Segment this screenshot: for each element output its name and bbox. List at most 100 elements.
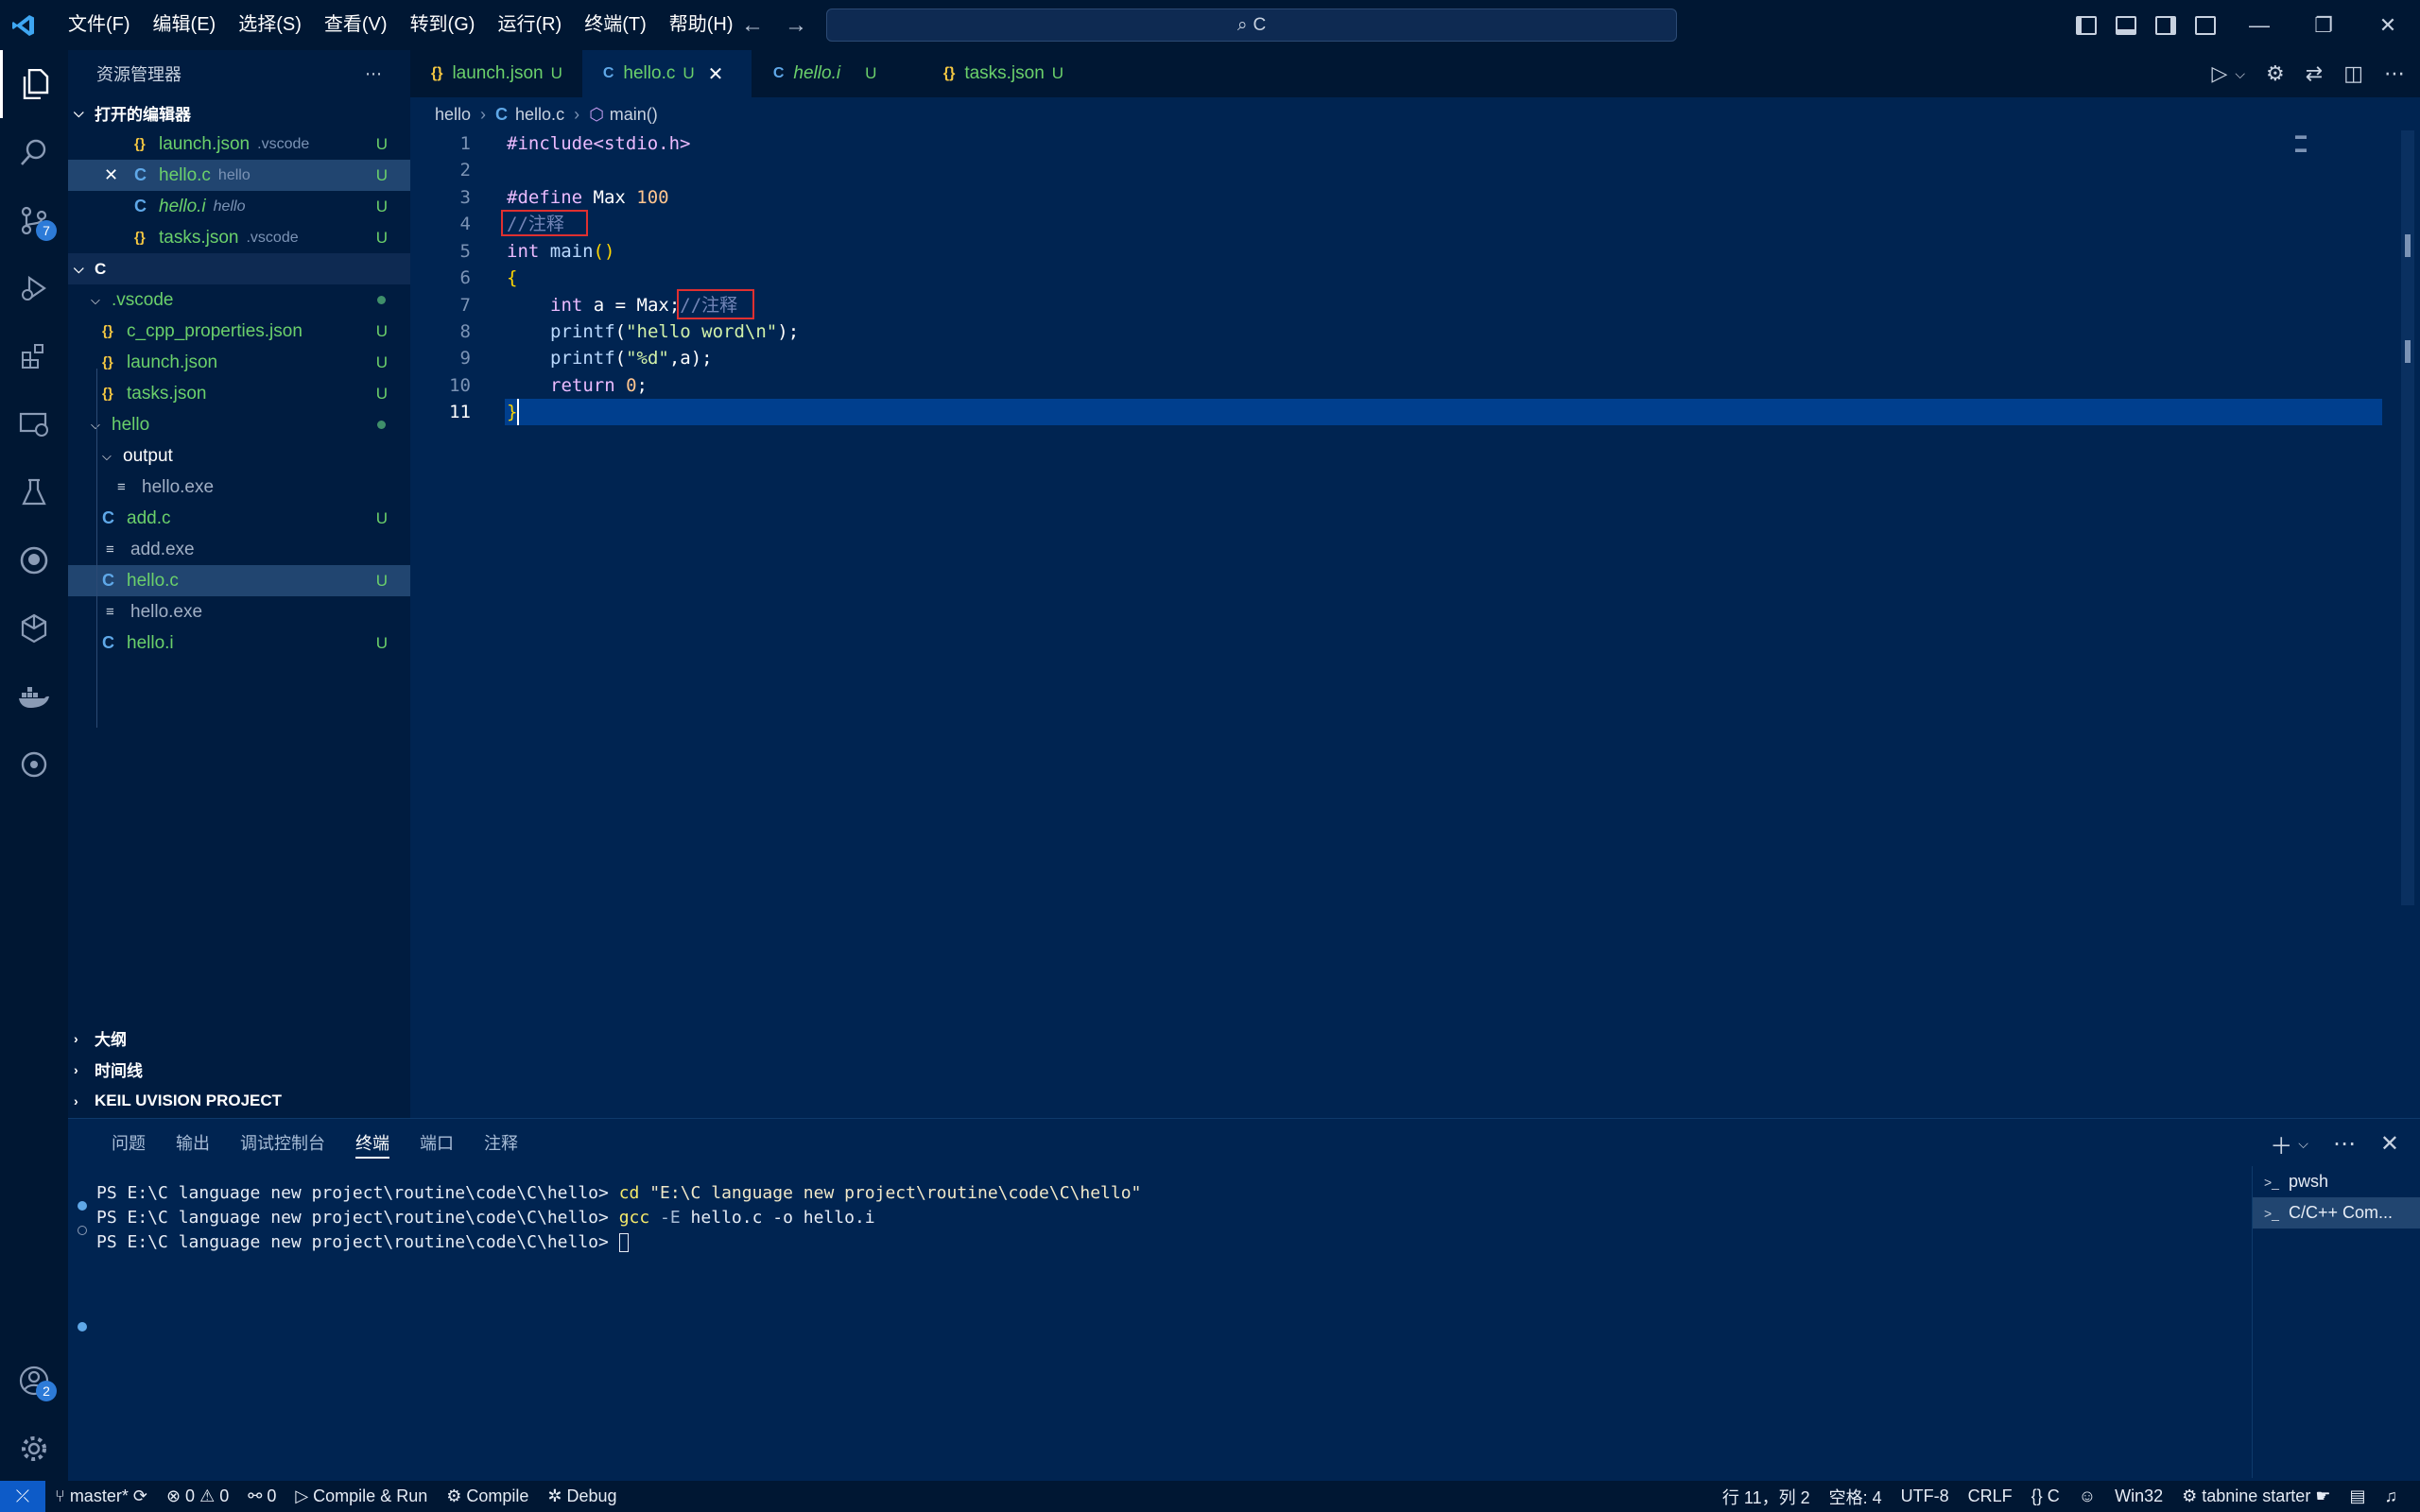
tree-folder[interactable]: ⌵ hello <box>68 409 410 440</box>
breadcrumb-file[interactable]: hello.c <box>515 105 564 125</box>
terminal-item-pwsh[interactable]: >_ pwsh <box>2253 1166 2420 1197</box>
tree-file[interactable]: ≡ hello.exe <box>68 472 410 503</box>
search-icon[interactable] <box>0 118 68 186</box>
open-editor-item[interactable]: {} tasks.json .vscode U <box>68 222 410 253</box>
toggle-panel-icon[interactable] <box>2116 15 2136 35</box>
open-editor-item[interactable]: {} launch.json .vscode U <box>68 129 410 160</box>
extensions-icon[interactable] <box>0 322 68 390</box>
toggle-sidebar-icon[interactable] <box>2076 15 2097 35</box>
run-icon[interactable]: ▷ <box>2211 61 2227 86</box>
tab-terminal[interactable]: 终端 <box>340 1119 405 1168</box>
explorer-icon[interactable] <box>0 50 68 118</box>
tab-output[interactable]: 输出 <box>161 1119 225 1168</box>
line-ending[interactable]: CRLF <box>1959 1486 2022 1506</box>
close-icon[interactable]: ✕ <box>104 165 134 185</box>
github-icon[interactable] <box>0 526 68 594</box>
ports-indicator[interactable]: ⚯ 0 <box>238 1486 285 1506</box>
timeline-section[interactable]: › 时间线 <box>68 1054 410 1085</box>
breadcrumb-folder[interactable]: hello <box>435 105 471 125</box>
code-editor[interactable]: 1 #include<stdio.h> 2 3 #define Max 100 … <box>410 130 2414 1113</box>
tree-file[interactable]: ≡ add.exe <box>68 534 410 565</box>
accounts-icon[interactable]: 2 <box>0 1347 68 1415</box>
cube-extension-icon[interactable] <box>0 594 68 662</box>
open-editors-section[interactable]: ⌵ 打开的编辑器 <box>68 97 410 129</box>
tree-file[interactable]: {} launch.json U <box>68 347 410 378</box>
minimize-icon[interactable]: — <box>2227 0 2291 50</box>
forward-arrow-icon[interactable]: → <box>785 12 807 39</box>
close-icon[interactable]: ✕ <box>708 62 724 86</box>
customize-layout-icon[interactable] <box>2195 15 2216 35</box>
testing-icon[interactable] <box>0 458 68 526</box>
tree-file[interactable]: C add.c U <box>68 503 410 534</box>
tab-problems[interactable]: 问题 <box>96 1119 161 1168</box>
tabnine-status[interactable]: ⚙ tabnine starter ☛ <box>2172 1486 2340 1506</box>
remote-indicator-icon[interactable]: ⤫ <box>0 1481 45 1512</box>
tree-file[interactable]: ≡ hello.exe <box>68 596 410 627</box>
folder-section[interactable]: ⌵ C <box>68 253 410 284</box>
problems-indicator[interactable]: ⊗ 0 ⚠ 0 <box>157 1486 238 1506</box>
more-actions-icon[interactable]: ⋯ <box>2333 1130 2356 1158</box>
git-branch[interactable]: ⑂ master* ⟳ <box>45 1486 157 1506</box>
tab-hello-c[interactable]: C hello.c U ✕ <box>581 50 752 97</box>
menu-view[interactable]: 查看(V) <box>313 0 399 50</box>
platform[interactable]: Win32 <box>2105 1486 2172 1506</box>
keil-section[interactable]: › KEIL UVISION PROJECT <box>68 1085 410 1116</box>
close-panel-icon[interactable]: ✕ <box>2380 1130 2399 1158</box>
indentation[interactable]: 空格: 4 <box>1820 1485 1892 1509</box>
language-mode[interactable]: {} C <box>2022 1486 2069 1506</box>
more-actions-icon[interactable]: ⋯ <box>365 64 382 84</box>
tree-file[interactable]: C hello.c U <box>68 565 410 596</box>
tab-debug-console[interactable]: 调试控制台 <box>225 1119 340 1168</box>
cursor-position[interactable]: 行 11，列 2 <box>1713 1485 1820 1509</box>
terminal-item-cpp-compile[interactable]: >_ C/C++ Com... <box>2253 1197 2420 1228</box>
outline-section[interactable]: › 大纲 <box>68 1022 410 1054</box>
docker-icon[interactable] <box>0 662 68 730</box>
minimap[interactable]: ▬ ▬ <box>2295 129 2318 155</box>
tab-tasks-json[interactable]: {} tasks.json U <box>923 50 1093 97</box>
tree-file[interactable]: {} tasks.json U <box>68 378 410 409</box>
breadcrumb-symbol[interactable]: main() <box>610 105 658 125</box>
chevron-down-icon[interactable]: ⌵ <box>2298 1136 2308 1152</box>
tree-folder[interactable]: ⌵ output <box>68 440 410 472</box>
run-debug-icon[interactable] <box>0 254 68 322</box>
menu-terminal[interactable]: 终端(T) <box>573 0 658 50</box>
encoding[interactable]: UTF-8 <box>1892 1486 1959 1506</box>
debug-button[interactable]: ✲ Debug <box>538 1486 626 1506</box>
tree-folder[interactable]: ⌵ .vscode <box>68 284 410 316</box>
gear-icon[interactable]: ⚙ <box>2266 61 2285 86</box>
settings-gear-icon[interactable] <box>0 1415 68 1483</box>
open-editor-item[interactable]: ✕ C hello.c hello U <box>68 160 410 191</box>
menu-edit[interactable]: 编辑(E) <box>142 0 228 50</box>
menu-selection[interactable]: 选择(S) <box>227 0 313 50</box>
menu-go[interactable]: 转到(G) <box>399 0 487 50</box>
menu-run[interactable]: 运行(R) <box>486 0 573 50</box>
tab-ports[interactable]: 端口 <box>405 1119 469 1168</box>
copilot-icon[interactable]: ☺ <box>2069 1486 2105 1506</box>
compile-button[interactable]: ⚙ Compile <box>437 1486 538 1506</box>
tree-file[interactable]: C hello.i U <box>68 627 410 659</box>
terminal-output[interactable]: PS E:\C language new project\routine\cod… <box>68 1181 2242 1465</box>
tree-file[interactable]: {} c_cpp_properties.json U <box>68 316 410 347</box>
tab-launch-json[interactable]: {} launch.json U <box>410 50 582 97</box>
source-control-icon[interactable]: 7 <box>0 186 68 254</box>
compile-run-button[interactable]: ▷ Compile & Run <box>285 1486 437 1506</box>
tab-comments[interactable]: 注释 <box>469 1119 533 1168</box>
new-terminal-icon[interactable]: ＋ <box>2270 1127 2292 1160</box>
notifications-bell-icon[interactable]: ♫ <box>2376 1486 2408 1506</box>
remote-explorer-icon[interactable] <box>0 390 68 458</box>
close-icon[interactable]: ✕ <box>2356 0 2420 50</box>
open-editor-item[interactable]: C hello.i hello U <box>68 191 410 222</box>
compare-changes-icon[interactable]: ⇄ <box>2306 61 2323 86</box>
more-actions-icon[interactable]: ⋯ <box>2384 61 2405 86</box>
restore-icon[interactable]: ❐ <box>2291 0 2356 50</box>
menu-file[interactable]: 文件(F) <box>57 0 142 50</box>
toggle-secondary-sidebar-icon[interactable] <box>2155 15 2176 35</box>
split-editor-icon[interactable]: ◫ <box>2343 61 2363 86</box>
menu-help[interactable]: 帮助(H) <box>658 0 745 50</box>
chevron-down-icon[interactable]: ⌵ <box>2235 66 2245 82</box>
command-center-search[interactable]: ⌕ C <box>826 9 1677 42</box>
tab-hello-i[interactable]: C hello.i U <box>752 50 923 97</box>
back-arrow-icon[interactable]: ← <box>741 12 764 39</box>
file-lock-icon[interactable]: ▤ <box>2340 1486 2375 1506</box>
target-icon[interactable] <box>0 730 68 799</box>
